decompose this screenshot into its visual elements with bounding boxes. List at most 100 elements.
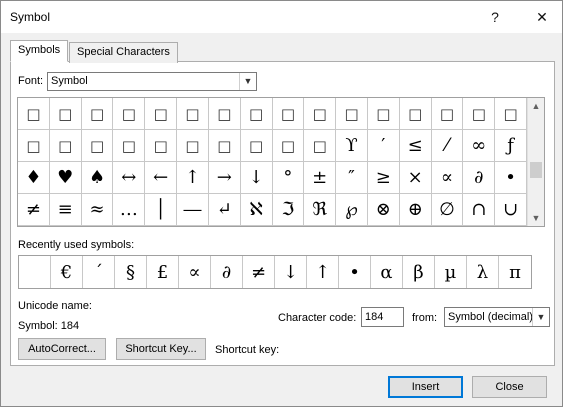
- symbol-cell[interactable]: …: [113, 194, 146, 226]
- symbol-cell[interactable]: □: [18, 130, 50, 162]
- symbol-cell[interactable]: ∅: [431, 194, 464, 226]
- recent-symbol-cell[interactable]: α: [371, 256, 403, 288]
- symbol-cell[interactable]: ⁄: [431, 130, 464, 162]
- symbol-cell[interactable]: ±: [304, 162, 337, 194]
- symbol-cell[interactable]: ϒ: [336, 130, 368, 162]
- from-select[interactable]: Symbol (decimal) ▼: [444, 307, 550, 327]
- symbol-cell[interactable]: □: [272, 98, 305, 130]
- symbol-cell[interactable]: ≈: [81, 194, 114, 226]
- recent-symbol-cell[interactable]: §: [115, 256, 147, 288]
- symbol-cell[interactable]: ×: [399, 162, 432, 194]
- recent-symbol-cell[interactable]: ∂: [211, 256, 243, 288]
- symbol-info: Symbol: 184: [18, 320, 80, 332]
- recent-symbol-cell[interactable]: ∝: [179, 256, 211, 288]
- symbol-cell[interactable]: ∪: [495, 194, 527, 226]
- font-select[interactable]: Symbol ▼: [47, 72, 257, 91]
- symbol-cell[interactable]: ≡: [49, 194, 82, 226]
- symbol-cell[interactable]: ≤: [399, 130, 432, 162]
- symbol-cell[interactable]: °: [272, 162, 305, 194]
- dialog-title: Symbol: [10, 10, 51, 24]
- character-code-label: Character code:: [278, 312, 357, 324]
- symbol-cell[interactable]: ―: [177, 194, 209, 226]
- symbol-cell[interactable]: ƒ: [495, 130, 527, 162]
- symbol-cell[interactable]: →: [208, 162, 241, 194]
- symbol-cell[interactable]: ∝: [431, 162, 464, 194]
- symbol-cell[interactable]: □: [240, 130, 273, 162]
- symbol-cell[interactable]: □: [113, 130, 146, 162]
- scroll-thumb[interactable]: [530, 162, 542, 178]
- symbol-cell[interactable]: □: [18, 98, 50, 130]
- symbol-cell[interactable]: ↑: [177, 162, 209, 194]
- symbol-cell[interactable]: □: [208, 98, 241, 130]
- symbol-cell[interactable]: □: [208, 130, 241, 162]
- chevron-down-icon[interactable]: ▼: [239, 73, 256, 90]
- symbol-cell[interactable]: ∩: [463, 194, 496, 226]
- symbol-cell[interactable]: □: [81, 130, 114, 162]
- symbol-cell[interactable]: □: [495, 98, 527, 130]
- symbol-cell[interactable]: □: [145, 98, 178, 130]
- symbol-cell[interactable]: ′: [367, 130, 400, 162]
- symbol-cell[interactable]: ♠: [81, 162, 114, 194]
- symbol-cell[interactable]: ℑ: [272, 194, 305, 226]
- recent-symbol-cell[interactable]: ´: [83, 256, 115, 288]
- symbol-cell[interactable]: □: [177, 130, 209, 162]
- symbol-cell[interactable]: □: [49, 98, 82, 130]
- shortcut-key-button[interactable]: Shortcut Key...: [116, 338, 206, 360]
- symbol-cell[interactable]: ♥: [49, 162, 82, 194]
- recent-symbol-cell[interactable]: µ: [435, 256, 467, 288]
- recent-symbol-cell[interactable]: •: [339, 256, 371, 288]
- scroll-up-icon[interactable]: ▲: [528, 98, 544, 114]
- recent-symbol-cell[interactable]: £: [147, 256, 179, 288]
- symbol-cell[interactable]: ℘: [336, 194, 368, 226]
- symbol-cell[interactable]: ♦: [18, 162, 50, 194]
- symbol-grid-scrollbar[interactable]: ▲ ▼: [527, 98, 544, 226]
- symbol-cell[interactable]: □: [463, 98, 496, 130]
- symbol-cell[interactable]: ↓: [240, 162, 273, 194]
- recent-symbol-cell[interactable]: [19, 256, 51, 288]
- recent-symbol-cell[interactable]: ↓: [275, 256, 307, 288]
- close-button[interactable]: Close: [472, 376, 547, 398]
- symbol-cell[interactable]: ←: [145, 162, 178, 194]
- symbol-cell[interactable]: ∂: [463, 162, 496, 194]
- symbol-cell[interactable]: □: [431, 98, 464, 130]
- chevron-down-icon[interactable]: ▼: [532, 308, 549, 326]
- close-icon[interactable]: ✕: [528, 5, 556, 29]
- help-button[interactable]: ?: [481, 5, 509, 29]
- symbol-cell[interactable]: □: [240, 98, 273, 130]
- recent-symbol-cell[interactable]: π: [499, 256, 531, 288]
- symbol-cell[interactable]: □: [367, 98, 400, 130]
- scroll-down-icon[interactable]: ▼: [528, 210, 544, 226]
- recent-symbol-cell[interactable]: ≠: [243, 256, 275, 288]
- symbol-cell[interactable]: ↵: [208, 194, 241, 226]
- symbol-cell[interactable]: □: [304, 98, 337, 130]
- symbol-cell[interactable]: ↔: [113, 162, 146, 194]
- autocorrect-button[interactable]: AutoCorrect...: [18, 338, 106, 360]
- symbol-cell[interactable]: □: [145, 130, 178, 162]
- tab-special-characters[interactable]: Special Characters: [69, 42, 178, 63]
- symbol-cell[interactable]: ⊗: [367, 194, 400, 226]
- symbol-cell[interactable]: ⊕: [399, 194, 432, 226]
- symbol-cell[interactable]: ″: [336, 162, 368, 194]
- symbol-cell[interactable]: ≠: [18, 194, 50, 226]
- symbol-cell[interactable]: ℵ: [240, 194, 273, 226]
- symbol-cell[interactable]: □: [113, 98, 146, 130]
- symbol-cell[interactable]: □: [304, 130, 337, 162]
- recent-symbol-cell[interactable]: ↑: [307, 256, 339, 288]
- symbol-cell[interactable]: □: [272, 130, 305, 162]
- insert-button[interactable]: Insert: [388, 376, 463, 398]
- symbol-cell[interactable]: □: [336, 98, 368, 130]
- character-code-input[interactable]: 184: [361, 307, 404, 327]
- symbol-cell[interactable]: ℜ: [304, 194, 337, 226]
- symbol-cell[interactable]: │: [145, 194, 178, 226]
- symbol-cell[interactable]: □: [49, 130, 82, 162]
- recent-symbol-cell[interactable]: €: [51, 256, 83, 288]
- symbol-cell[interactable]: □: [399, 98, 432, 130]
- recent-symbol-cell[interactable]: β: [403, 256, 435, 288]
- tab-symbols[interactable]: Symbols: [10, 40, 69, 62]
- symbol-cell[interactable]: •: [495, 162, 527, 194]
- symbol-cell[interactable]: □: [81, 98, 114, 130]
- symbol-cell[interactable]: □: [177, 98, 209, 130]
- symbol-cell[interactable]: ∞: [463, 130, 496, 162]
- symbol-cell[interactable]: ≥: [367, 162, 400, 194]
- recent-symbol-cell[interactable]: λ: [467, 256, 499, 288]
